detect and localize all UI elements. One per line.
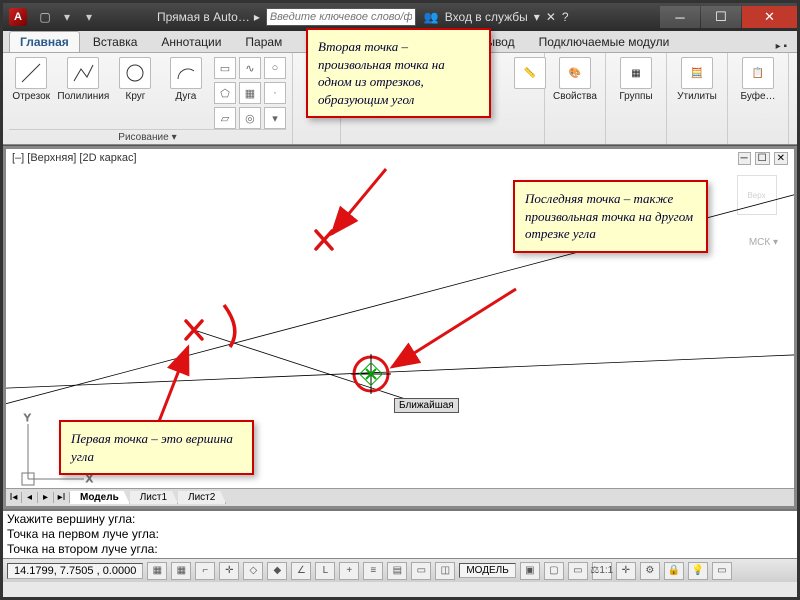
tab-sheet1[interactable]: Лист1 xyxy=(130,491,178,504)
coordinates[interactable]: 14.1799, 7.7505 , 0.0000 xyxy=(7,563,143,579)
grid-toggle[interactable]: ▦ xyxy=(171,562,191,580)
command-history-2: Точка на первом луче угла: xyxy=(7,527,793,542)
title-bar: A ▢ ▾ ▾ Прямая в Auto… ▸ 👥 Вход в службы… xyxy=(3,3,797,31)
svg-text:X: X xyxy=(86,474,93,485)
app-icon[interactable]: A xyxy=(9,8,27,26)
properties-button[interactable]: 🎨Свойства xyxy=(551,57,599,102)
tab-annotations[interactable]: Аннотации xyxy=(150,31,232,52)
status-btn-b[interactable]: ▢ xyxy=(544,562,564,580)
search-input[interactable] xyxy=(266,8,416,26)
help-icon[interactable]: ? xyxy=(562,10,569,24)
qat-new-icon[interactable]: ▢ xyxy=(37,9,53,25)
lock-icon[interactable]: 🔒 xyxy=(664,562,684,580)
login-link[interactable]: Вход в службы xyxy=(445,10,528,24)
3dosnap-toggle[interactable]: ◆ xyxy=(267,562,287,580)
svg-text:Y: Y xyxy=(24,413,31,424)
callout-first-point: Первая точка – это вершина угла xyxy=(59,420,254,475)
ws-switch-icon[interactable]: ⚙ xyxy=(640,562,660,580)
utilities-button[interactable]: 🧮Утилиты xyxy=(673,57,721,102)
maximize-button[interactable]: ☐ xyxy=(701,6,741,28)
lwt-toggle[interactable]: ≡ xyxy=(363,562,383,580)
tabs-overflow-icon[interactable]: ▸ ▪ xyxy=(776,41,787,52)
tab-plugins[interactable]: Подключаемые модули xyxy=(528,31,681,52)
tab-last-icon[interactable]: ▸І xyxy=(54,492,70,503)
ducs-toggle[interactable]: L xyxy=(315,562,335,580)
minimize-button[interactable]: ─ xyxy=(660,6,700,28)
ellipse-icon[interactable]: ○ xyxy=(264,57,286,79)
qat-open-icon[interactable]: ▾ xyxy=(59,9,75,25)
callout-last-point: Последняя точка – также произвольная точ… xyxy=(513,180,708,253)
exchange-icon[interactable]: ✕ xyxy=(546,10,556,24)
tab-home[interactable]: Главная xyxy=(9,31,80,52)
tab-next-icon[interactable]: ▸ xyxy=(38,492,54,503)
quick-access-toolbar: ▢ ▾ ▾ xyxy=(37,9,97,25)
region-icon[interactable]: ▱ xyxy=(214,107,236,129)
status-btn-a[interactable]: ▣ xyxy=(520,562,540,580)
tpy-toggle[interactable]: ▤ xyxy=(387,562,407,580)
tab-insert[interactable]: Вставка xyxy=(82,31,149,52)
osnap-toggle[interactable]: ◇ xyxy=(243,562,263,580)
command-history-1: Укажите вершину угла: xyxy=(7,512,793,527)
command-prompt[interactable]: Точка на втором луче угла: xyxy=(7,542,793,557)
tab-first-icon[interactable]: І◂ xyxy=(6,492,22,503)
arc-button[interactable]: Дуга xyxy=(164,57,208,102)
polyline-button[interactable]: Полилиния xyxy=(59,57,107,102)
draw-panel-title[interactable]: Рисование ▾ xyxy=(9,129,286,143)
callout-second-point: Вторая точка – произвольная точка на одн… xyxy=(306,28,491,118)
window-title: Прямая в Auto… xyxy=(157,10,250,24)
space-label[interactable]: МОДЕЛЬ xyxy=(459,563,515,578)
status-bar: 14.1799, 7.7505 , 0.0000 ▦ ▦ ⌐ ✛ ◇ ◆ ∠ L… xyxy=(3,558,797,582)
collab-icon[interactable]: 👥 xyxy=(424,10,439,24)
close-button[interactable]: ✕ xyxy=(742,6,797,28)
qp-toggle[interactable]: ▭ xyxy=(411,562,431,580)
layout-tabs: І◂ ◂ ▸ ▸І Модель Лист1 Лист2 xyxy=(6,488,794,506)
measure-button[interactable]: 📏 xyxy=(515,57,545,89)
ann-scale[interactable]: ⚖1:1 xyxy=(592,562,612,580)
donut-icon[interactable]: ◎ xyxy=(239,107,261,129)
tab-prev-icon[interactable]: ◂ xyxy=(22,492,38,503)
hardware-icon[interactable]: 💡 xyxy=(688,562,708,580)
tab-sheet2[interactable]: Лист2 xyxy=(178,491,226,504)
tab-model[interactable]: Модель xyxy=(70,491,130,504)
polar-toggle[interactable]: ✛ xyxy=(219,562,239,580)
document-area: [–] [Верхняя] [2D каркас] ─ ☐ ✕ Верх МСК… xyxy=(3,145,797,509)
point-icon[interactable]: · xyxy=(264,82,286,104)
more-icon[interactable]: ▾ xyxy=(264,107,286,129)
line-button[interactable]: Отрезок xyxy=(9,57,53,102)
clipboard-button[interactable]: 📋Буфе… xyxy=(734,57,782,102)
hatch-icon[interactable]: ▦ xyxy=(239,82,261,104)
groups-button[interactable]: ▦Группы xyxy=(612,57,660,102)
snap-tooltip: Ближайшая xyxy=(394,398,459,413)
status-btn-c[interactable]: ▭ xyxy=(568,562,588,580)
sc-toggle[interactable]: ◫ xyxy=(435,562,455,580)
tab-params[interactable]: Парам xyxy=(234,31,293,52)
polygon-icon[interactable]: ⬠ xyxy=(214,82,236,104)
snap-toggle[interactable]: ▦ xyxy=(147,562,167,580)
clean-icon[interactable]: ▭ xyxy=(712,562,732,580)
otrack-toggle[interactable]: ∠ xyxy=(291,562,311,580)
qat-save-icon[interactable]: ▾ xyxy=(81,9,97,25)
draw-small-tools: ▭∿○ ⬠▦· ▱◎▾ xyxy=(214,57,286,129)
command-line[interactable]: Укажите вершину угла: Точка на первом лу… xyxy=(3,509,797,558)
rect-icon[interactable]: ▭ xyxy=(214,57,236,79)
dyn-toggle[interactable]: + xyxy=(339,562,359,580)
ann-vis-icon[interactable]: ✛ xyxy=(616,562,636,580)
spline-icon[interactable]: ∿ xyxy=(239,57,261,79)
circle-button[interactable]: Круг xyxy=(113,57,157,102)
ortho-toggle[interactable]: ⌐ xyxy=(195,562,215,580)
